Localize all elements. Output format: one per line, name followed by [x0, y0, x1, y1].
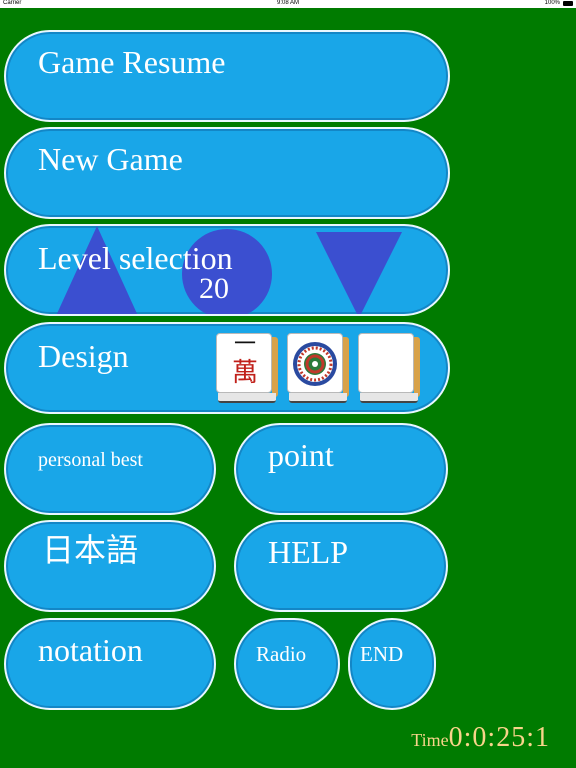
- game-resume-label: Game Resume: [38, 44, 226, 80]
- mahjong-tile-circle: [287, 333, 349, 405]
- point-label: point: [268, 437, 334, 473]
- radio-button[interactable]: Radio: [234, 618, 340, 710]
- level-selection-label: Level selection: [38, 240, 233, 276]
- end-button[interactable]: END: [348, 618, 436, 710]
- personal-best-button[interactable]: personal best: [4, 423, 216, 515]
- battery-label: 100%: [544, 0, 560, 6]
- notation-button[interactable]: notation: [4, 618, 216, 710]
- help-label: HELP: [268, 534, 348, 570]
- japanese-language-label: 日本語: [42, 531, 139, 569]
- level-value: 20: [199, 272, 229, 305]
- game-timer: Time0:0:25:1: [411, 722, 550, 754]
- point-button[interactable]: point: [234, 423, 448, 515]
- circle-tile-icon: [293, 342, 337, 386]
- tile-character-bottom: 萬: [231, 358, 258, 388]
- status-time: 9:08 AM: [276, 0, 299, 6]
- battery-icon: [563, 1, 573, 6]
- mahjong-tile-character: 一 萬: [216, 333, 278, 405]
- notation-label: notation: [38, 632, 143, 668]
- timer-label: Time: [411, 730, 449, 750]
- tile-character-top: 一: [233, 332, 256, 357]
- status-bar: Carrier 9:08 AM 100%: [0, 0, 576, 8]
- new-game-label: New Game: [38, 141, 183, 177]
- help-button[interactable]: HELP: [234, 520, 448, 612]
- personal-best-label: personal best: [38, 449, 143, 471]
- design-label: Design: [38, 338, 129, 374]
- timer-value: 0:0:25:1: [448, 722, 550, 753]
- level-selection-panel: Level selection 20: [4, 224, 450, 316]
- new-game-button[interactable]: New Game: [4, 127, 450, 219]
- mahjong-tile-blank: [358, 333, 420, 405]
- level-down-arrow-icon[interactable]: [316, 232, 402, 316]
- game-resume-button[interactable]: Game Resume: [4, 30, 450, 122]
- japanese-language-button[interactable]: 日本語: [4, 520, 216, 612]
- end-label: END: [360, 642, 404, 666]
- radio-label: Radio: [256, 642, 307, 666]
